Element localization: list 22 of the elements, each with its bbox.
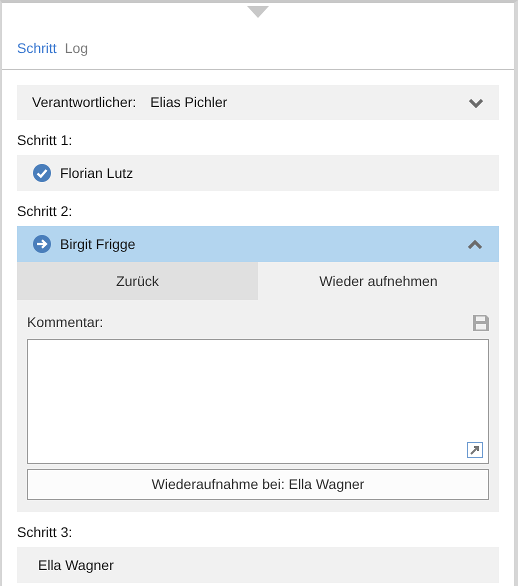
action-tab[interactable]: Zurück <box>17 262 258 300</box>
tab[interactable]: Log <box>64 38 88 59</box>
comment-label: Kommentar: <box>27 313 104 332</box>
step-name: Birgit Frigge <box>60 234 136 254</box>
step-row[interactable]: Birgit Frigge <box>17 226 499 262</box>
responsible-label: Verantwortlicher: <box>32 93 136 112</box>
step-label: Schritt 2: <box>17 202 74 221</box>
comment-field[interactable] <box>27 339 489 464</box>
save-icon[interactable] <box>473 314 489 330</box>
step-label: Schritt 3: <box>17 523 74 542</box>
tab[interactable]: Schritt <box>17 38 57 59</box>
resume-button[interactable]: Wiederaufnahme bei: Ella Wagner <box>27 469 489 500</box>
step-label: Schritt 1: <box>17 131 74 150</box>
chevron-up-icon[interactable] <box>467 239 483 249</box>
chevron-down-icon[interactable] <box>468 98 484 108</box>
step-row[interactable]: Florian Lutz <box>17 155 499 191</box>
responsible-dropdown[interactable]: Verantwortlicher: Elias Pichler <box>17 85 499 120</box>
step-name: Florian Lutz <box>60 164 134 182</box>
responsible-value: Elias Pichler <box>150 93 228 112</box>
step-row[interactable]: Ella Wagner <box>17 547 499 583</box>
expand-icon[interactable] <box>467 442 483 458</box>
step-name: Ella Wagner <box>38 556 114 575</box>
